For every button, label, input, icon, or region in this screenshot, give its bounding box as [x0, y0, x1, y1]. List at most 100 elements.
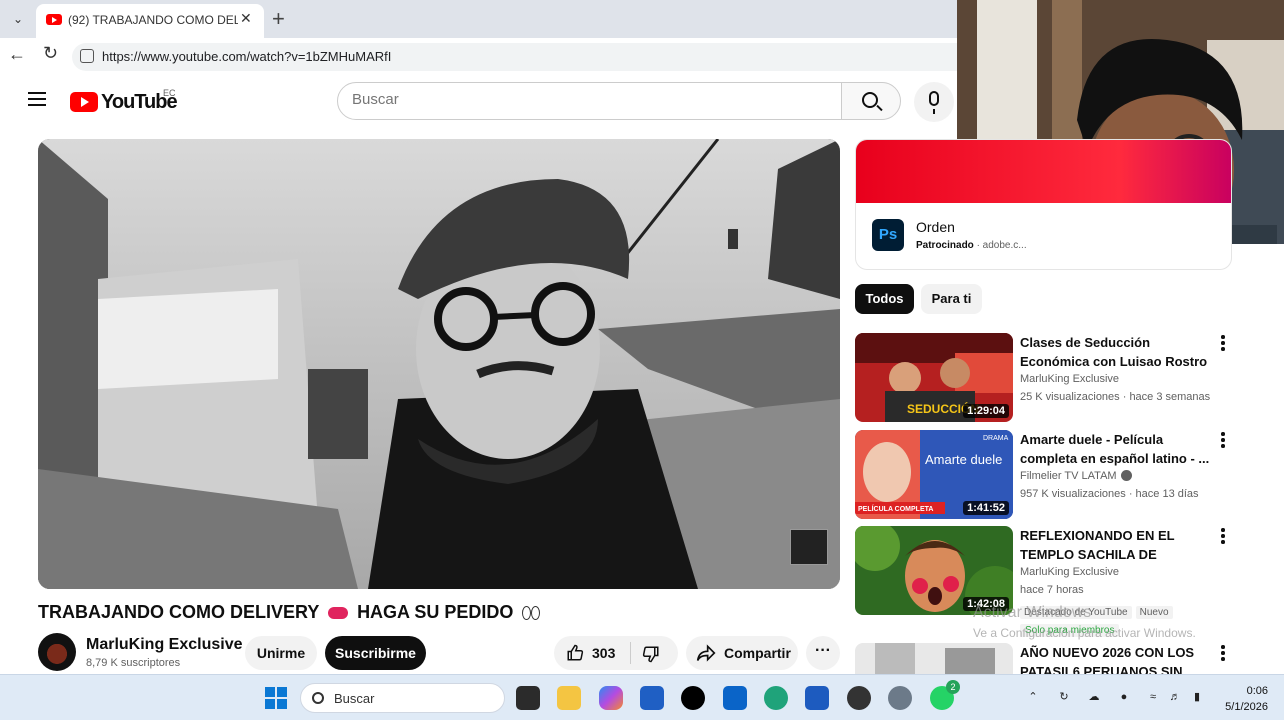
search-input[interactable] — [352, 91, 822, 108]
show-hidden-icons-chevron-icon[interactable]: ⌃ — [1026, 690, 1040, 704]
thumbnail-image — [855, 643, 1013, 674]
sponsored-ad-card[interactable]: Ps Orden Patrocinado · adobe.c... — [855, 139, 1232, 270]
recommendation-thumbnail[interactable]: SEDUCCIÓN 1:29:04 — [855, 333, 1013, 422]
video-player[interactable] — [38, 139, 840, 589]
volume-icon[interactable]: ♬ — [1168, 690, 1182, 704]
tab-title: (92) TRABAJANDO COMO DELIVERY — [68, 13, 238, 27]
tab-search-chevron-icon[interactable]: ⌄ — [6, 8, 30, 30]
more-options-icon[interactable] — [1219, 645, 1225, 663]
address-bar[interactable]: https://www.youtube.com/watch?v=1bZMHuMA… — [72, 43, 972, 71]
thumbs-down-icon[interactable] — [642, 645, 660, 663]
whatsapp-icon[interactable]: 2 — [930, 680, 960, 710]
wifi-icon[interactable]: ≈ — [1146, 690, 1160, 704]
recommendation-thumbnail[interactable] — [855, 643, 1013, 674]
settings-gear-icon[interactable] — [888, 686, 912, 710]
obs-studio-icon[interactable] — [847, 686, 871, 710]
recommendation-title[interactable]: REFLEXIONANDO EN EL TEMPLO SACHILA DE WO… — [1020, 526, 1210, 564]
join-button[interactable]: Unirme — [245, 636, 317, 670]
chip-all[interactable]: Todos — [855, 284, 914, 314]
ad-banner[interactable] — [856, 140, 1231, 203]
more-options-icon[interactable] — [1219, 528, 1227, 546]
share-button[interactable]: Compartir — [686, 636, 798, 670]
recommendation-thumbnail[interactable]: 1:42:08 — [855, 526, 1013, 615]
thumbnail-tag: DRAMA — [983, 435, 1009, 442]
like-dislike-group: 303 — [554, 636, 678, 670]
subscriber-count: 8,79 K suscriptores — [86, 657, 181, 669]
thumbs-up-icon[interactable] — [566, 644, 584, 662]
cloud-icon[interactable]: ☁ — [1087, 690, 1101, 704]
hamburger-menu-icon[interactable] — [28, 92, 46, 106]
more-options-icon[interactable] — [1219, 335, 1227, 353]
microsoft-store-icon[interactable] — [640, 686, 664, 710]
recommendation-item[interactable]: AÑO NUEVO 2026 CON LOS PATASIL6 PERUANOS… — [855, 643, 1225, 674]
tiktok-icon[interactable] — [681, 686, 705, 710]
task-view-icon[interactable] — [516, 686, 540, 710]
youtube-play-logo-icon — [70, 92, 98, 112]
search-icon — [312, 692, 324, 704]
video-title-suffix: HAGA SU PEDIDO — [357, 602, 514, 622]
channel-watermark-icon[interactable] — [790, 529, 828, 565]
back-arrow-icon[interactable]: ← — [8, 44, 26, 65]
youtube-favicon-icon — [46, 14, 62, 25]
search-button[interactable] — [841, 82, 901, 120]
copilot-icon[interactable] — [599, 686, 623, 710]
eyes-emoji-icon — [522, 606, 541, 621]
more-actions-button[interactable]: ··· — [806, 636, 840, 670]
battery-icon[interactable]: ▮ — [1190, 690, 1204, 704]
video-title: TRABAJANDO COMO DELIVERY HAGA SU PEDIDO — [38, 602, 541, 623]
recommendation-channel[interactable]: MarluKing Exclusive — [1020, 566, 1119, 578]
taskbar-search-label: Buscar — [334, 691, 375, 706]
activate-windows-title: Activar Windows — [973, 604, 1092, 621]
recommendation-thumbnail[interactable]: Amarte duele DRAMA PELÍCULA COMPLETA 1:4… — [855, 430, 1013, 519]
recommendation-channel[interactable]: Filmelier TV LATAM — [1020, 469, 1132, 482]
windows-start-icon[interactable] — [265, 687, 287, 709]
ad-title[interactable]: Orden — [916, 219, 955, 235]
like-divider — [630, 642, 631, 664]
country-code: EC — [163, 88, 176, 98]
microphone-icon — [929, 91, 939, 114]
video-duration: 1:29:04 — [963, 404, 1009, 418]
thumbnail-text: Amarte duele — [925, 452, 1002, 467]
recommendation-channel[interactable]: MarluKing Exclusive — [1020, 373, 1119, 385]
activate-windows-subtitle: Ve a Configuración para activar Windows. — [973, 626, 1196, 640]
channel-avatar[interactable] — [38, 633, 76, 671]
windows-taskbar: Buscar 2 ⌃ ↻ ☁ ● ≈ ♬ ▮ 0:06 5/1/2026 — [0, 674, 1284, 720]
recommendation-item[interactable]: Amarte duele DRAMA PELÍCULA COMPLETA 1:4… — [855, 430, 1225, 520]
recommendation-meta: 25 K visualizaciones · hace 3 semanas — [1020, 391, 1211, 403]
system-clock[interactable]: 0:06 5/1/2026 — [1218, 683, 1268, 715]
microphone-tray-icon[interactable]: ● — [1117, 690, 1131, 704]
word-icon[interactable] — [805, 686, 829, 710]
motorcycle-emoji-icon — [328, 607, 349, 620]
search-box — [337, 82, 842, 120]
ad-domain: · adobe.c... — [976, 240, 1027, 251]
subscribe-button[interactable]: Suscribirme — [325, 636, 426, 670]
chip-for-you[interactable]: Para ti — [921, 284, 982, 314]
taskbar-search[interactable]: Buscar — [300, 683, 505, 713]
site-info-icon[interactable] — [80, 49, 94, 63]
browser-tab[interactable]: (92) TRABAJANDO COMO DELIVERY ✕ — [36, 4, 264, 38]
reload-icon[interactable]: ↻ — [43, 43, 58, 64]
video-title-text: TRABAJANDO COMO DELIVERY — [38, 602, 320, 622]
url-text[interactable]: https://www.youtube.com/watch?v=1bZMHuMA… — [102, 49, 391, 64]
activate-windows-watermark: Activar Windows Ve a Configuración para … — [973, 604, 1196, 640]
search-icon — [862, 92, 878, 108]
sponsored-label: Patrocinado — [916, 240, 974, 251]
voice-search-button[interactable] — [914, 82, 954, 122]
outlook-icon[interactable] — [723, 686, 747, 710]
sync-icon[interactable]: ↻ — [1057, 690, 1071, 704]
recommendation-title[interactable]: Amarte duele - Película completa en espa… — [1020, 430, 1210, 468]
recommendation-title[interactable]: Clases de Seducción Económica con Luisao… — [1020, 333, 1210, 371]
thumbnail-footer: PELÍCULA COMPLETA — [858, 504, 933, 513]
file-explorer-icon[interactable] — [557, 686, 581, 710]
clock-date: 5/1/2026 — [1225, 701, 1268, 713]
share-label: Compartir — [724, 645, 791, 661]
channel-name-text[interactable]: Filmelier TV LATAM — [1020, 470, 1117, 482]
more-options-icon[interactable] — [1219, 432, 1227, 450]
new-tab-plus-icon[interactable]: + — [272, 6, 285, 32]
recommendation-item[interactable]: SEDUCCIÓN 1:29:04 Clases de Seducción Ec… — [855, 333, 1225, 423]
like-count[interactable]: 303 — [592, 645, 615, 661]
channel-name[interactable]: MarluKing Exclusive — [86, 636, 243, 654]
tab-close-icon[interactable]: ✕ — [240, 10, 252, 27]
recommendation-title[interactable]: AÑO NUEVO 2026 CON LOS PATASIL6 PERUANOS… — [1020, 643, 1210, 674]
edge-browser-icon[interactable] — [764, 686, 788, 710]
